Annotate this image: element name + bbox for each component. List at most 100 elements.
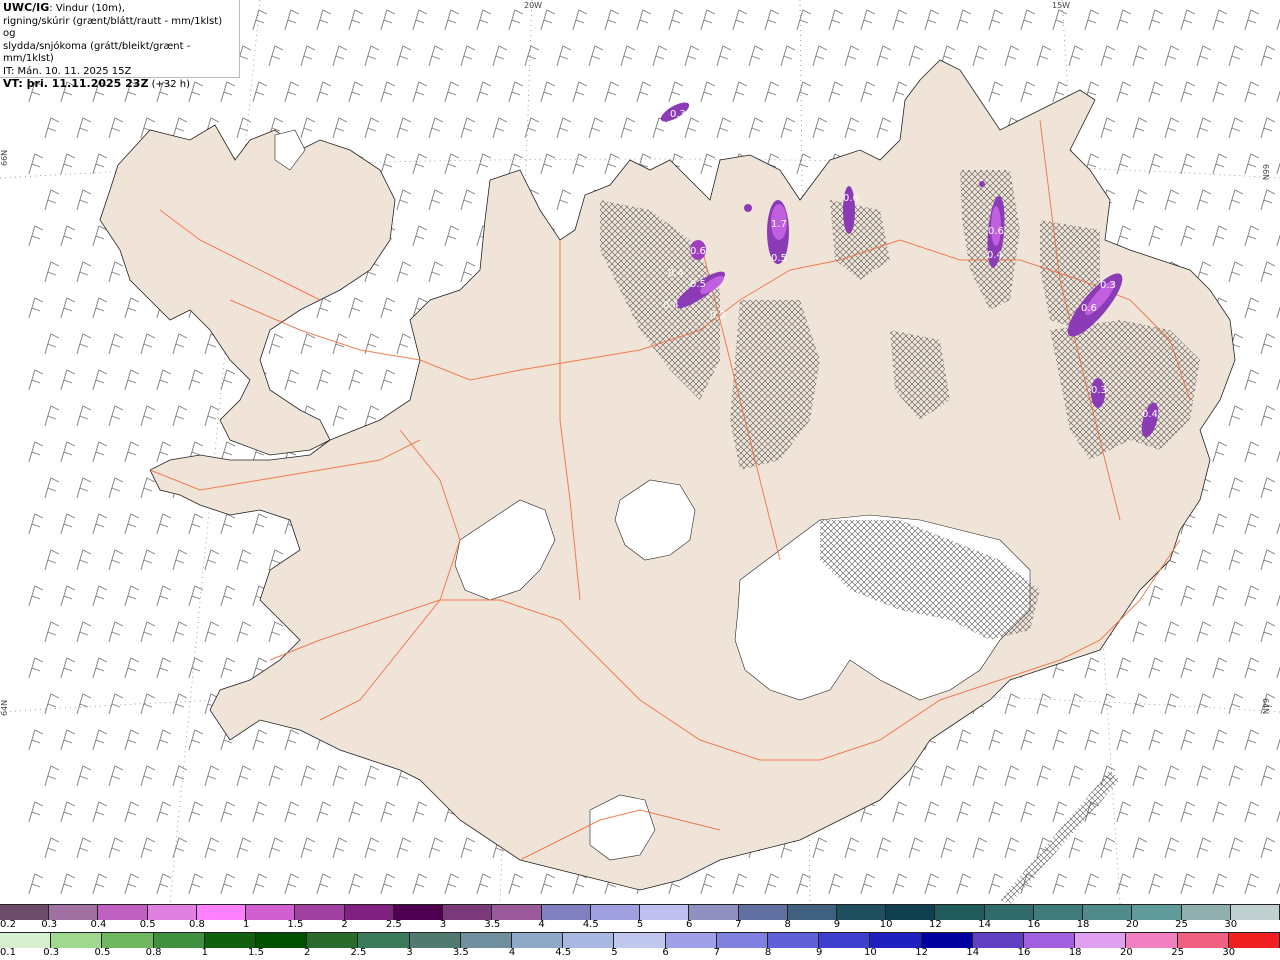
scale-swatch	[1033, 905, 1084, 920]
scale-tick-label: 6	[662, 947, 669, 958]
scale-tick-label: 25	[1175, 919, 1188, 930]
scale-swatch	[492, 905, 542, 920]
scale-swatch	[246, 905, 296, 920]
scale-tick-label: 4.5	[582, 919, 599, 930]
scale-tick-label: 30	[1222, 947, 1236, 958]
scale-tick-label: 3.5	[452, 947, 469, 958]
scale-swatch	[98, 905, 148, 920]
title-line: UWC/IG: Vindur (10m),	[3, 1, 125, 14]
scale-swatch	[0, 905, 50, 920]
scale-swatch	[1132, 905, 1182, 920]
latitude-label: 66N	[1261, 164, 1270, 181]
scale-swatch	[1126, 933, 1178, 948]
scale-tick-label: 0.2	[0, 919, 16, 930]
scale-swatch	[393, 905, 444, 920]
scale-tick-label: 0.3	[43, 947, 60, 958]
latitude-label: 64N	[0, 699, 9, 716]
scale-tick-label: 1	[201, 947, 208, 958]
precip-label: 0.3	[670, 109, 686, 120]
scale-swatch	[358, 933, 410, 948]
scale-tick-label: 10	[864, 947, 877, 958]
scale-tick-label: 0.5	[139, 919, 156, 930]
scale-tick-label: 2	[341, 919, 348, 930]
precip-label: 0.6	[843, 193, 859, 204]
scale-tick-label: 3	[406, 947, 413, 958]
scale-swatch	[409, 933, 461, 948]
scale-swatch	[972, 933, 1025, 948]
scale-swatch	[204, 933, 257, 948]
scale-tick-label: 2	[304, 947, 311, 958]
scale-tick-label: 5	[636, 919, 644, 930]
longitude-label: 15W	[1052, 1, 1071, 10]
scale-tick-label: 0.4	[90, 919, 107, 930]
scale-swatch	[512, 933, 564, 948]
scale-tick-label: 3.5	[484, 919, 501, 930]
scale-tick-label: 1.5	[287, 919, 304, 930]
precip-label: 0.3	[1091, 385, 1107, 396]
scale-tick-label: 14	[966, 947, 980, 958]
scale-swatch	[563, 933, 615, 948]
valid-time: VT: þri. 11.11.2025 23Z (+32 h)	[3, 77, 191, 90]
scale-swatch	[443, 905, 493, 920]
scale-swatch	[344, 905, 394, 920]
scale-swatch	[1083, 905, 1133, 920]
scale-tick-label: 12	[915, 947, 928, 958]
precip-label: 0.3	[710, 310, 726, 321]
subtitle-line: rigning/skúrir (grænt/blátt/rautt - mm/1…	[3, 15, 223, 40]
precip-label: 0.4	[1142, 409, 1158, 420]
scale-swatch	[614, 933, 666, 948]
scale-swatch	[716, 933, 769, 948]
precip-label: 0.3	[1100, 280, 1116, 291]
scale-tick-label: 1	[242, 919, 250, 930]
scale-tick-label: 12	[929, 919, 942, 930]
scale-swatch	[256, 933, 308, 948]
precip-label: 0.5	[771, 253, 787, 264]
scale-swatch	[1230, 905, 1280, 920]
rain-scale-labels: 0.1 0.3 0.5 0.8 1 1.5 2 2.5 3 3.5 4 4.5 5 6 7 8 9 10 12 14 1…	[0, 947, 1280, 959]
scale-tick-label: 10	[879, 919, 893, 930]
scale-swatch	[147, 905, 197, 920]
scale-swatch	[984, 905, 1034, 920]
scale-swatch	[921, 933, 973, 948]
scale-swatch	[819, 933, 871, 948]
scale-tick-label: 14	[978, 919, 991, 930]
scale-swatch	[870, 933, 922, 948]
scale-swatch	[1181, 905, 1231, 920]
precip-label: 0.6	[1081, 303, 1097, 314]
scale-tick-label: 30	[1224, 919, 1238, 930]
scale-tick-label: 7	[735, 919, 742, 930]
scale-tick-label: 4.5	[555, 947, 572, 958]
scale-swatch	[665, 933, 717, 948]
scale-tick-label: 0.8	[188, 919, 205, 930]
precip-label: 0.6	[988, 226, 1004, 237]
scale-swatch	[196, 905, 247, 920]
scale-tick-label: 18	[1076, 919, 1090, 930]
weather-map: 0.3 0.6 0.4 0.5 0.3 0.4 1.7 0.5 0.6 0.6 …	[0, 0, 1280, 904]
scale-swatch	[886, 905, 936, 920]
scale-tick-label: 0.8	[145, 947, 162, 958]
scale-tick-label: 7	[713, 947, 720, 958]
precip-label: 0.6	[690, 246, 706, 257]
scale-swatch	[0, 933, 52, 948]
scale-tick-label: 8	[784, 919, 791, 930]
precip-label: 0.4	[663, 300, 679, 311]
scale-tick-label: 16	[1027, 919, 1041, 930]
scale-tick-label: 8	[764, 947, 772, 958]
subtitle-line: slydda/snjókoma (grátt/bleikt/grænt - mm…	[3, 40, 191, 65]
scale-tick-label: 16	[1017, 947, 1031, 958]
scale-tick-label: 4	[508, 947, 516, 958]
scale-tick-label: 4	[538, 919, 545, 930]
scale-swatch	[689, 905, 739, 920]
latitude-label: 64N	[1261, 698, 1270, 715]
scale-tick-label: 9	[833, 919, 841, 930]
scale-swatch	[935, 905, 985, 920]
scale-tick-label: 0.3	[41, 919, 58, 930]
scale-tick-label: 20	[1125, 919, 1139, 930]
longitude-label: 20W	[524, 1, 543, 10]
scale-swatch	[460, 933, 513, 948]
scale-swatch	[836, 905, 887, 920]
scale-tick-label: 9	[816, 947, 823, 958]
precip-label: 0.5	[690, 279, 706, 290]
scale-tick-label: 6	[686, 919, 693, 930]
scale-tick-label: 20	[1120, 947, 1133, 958]
